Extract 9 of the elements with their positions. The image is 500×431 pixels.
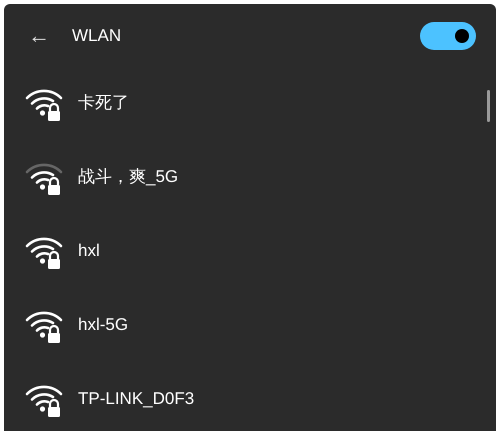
wlan-toggle[interactable] xyxy=(420,22,476,50)
scrollbar-thumb[interactable] xyxy=(487,90,490,122)
page-title: WLAN xyxy=(72,25,122,48)
back-button[interactable]: ← xyxy=(28,25,54,47)
network-name: hxl xyxy=(78,240,100,262)
network-name: TP-LINK_D0F3 xyxy=(78,388,194,410)
network-name: hxl-5G xyxy=(78,314,128,336)
network-name: 卡死了 xyxy=(78,92,129,114)
network-name: 战斗，爽_5G xyxy=(78,166,178,188)
